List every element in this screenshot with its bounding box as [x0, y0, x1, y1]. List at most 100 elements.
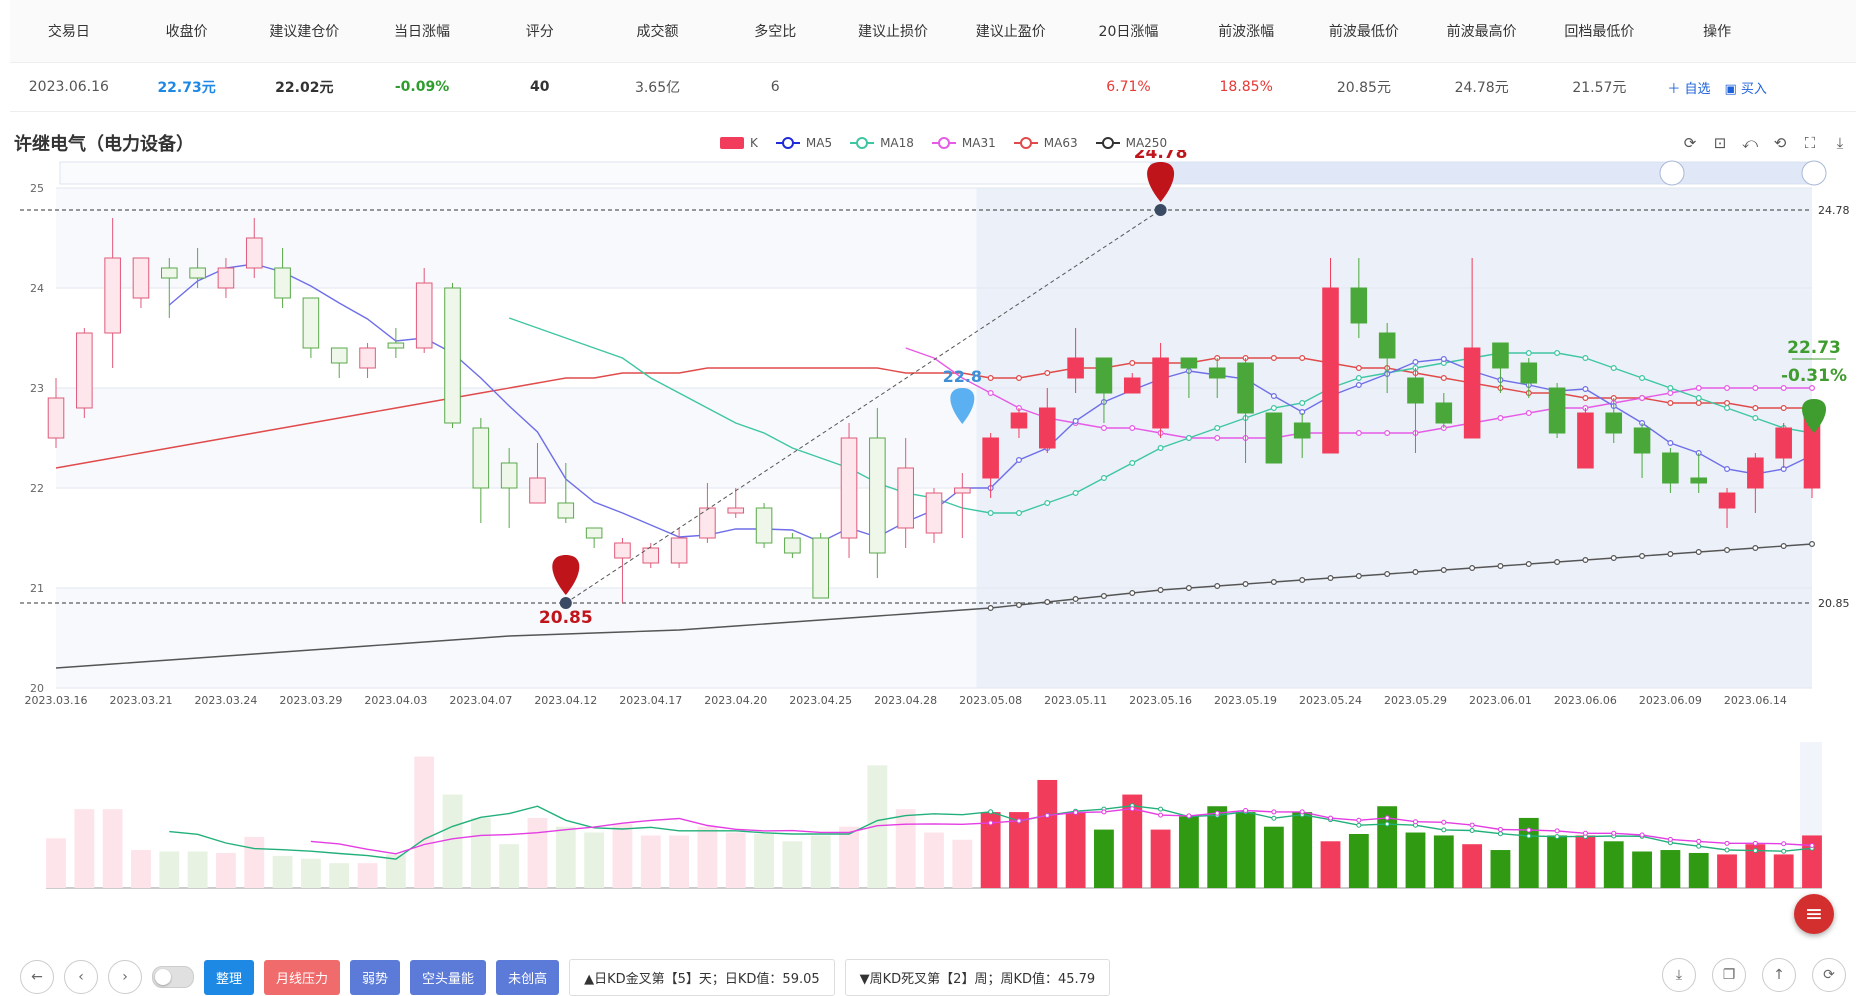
legend-swatch: [850, 137, 875, 149]
ma18-line-point: [1695, 395, 1702, 402]
table-header-row: 交易日 收盘价 建议建仓价 当日涨幅 评分 成交额 多空比 建议止损价 建议止盈…: [10, 0, 1856, 63]
candle: [161, 267, 178, 279]
ma250-line-point: [1157, 587, 1164, 594]
y-tick-label: 23: [30, 382, 44, 395]
volume-bar: [1320, 841, 1341, 888]
ma18-line-point: [1185, 435, 1192, 442]
volume-ma10-line-point: [1611, 830, 1617, 836]
ma31-line-point: [1100, 425, 1107, 432]
ma63-line-point: [1752, 405, 1759, 412]
ma250-line-point: [1384, 571, 1391, 578]
volume-ma10-line-point: [1497, 826, 1503, 832]
high-price-label: 24.78: [1818, 204, 1850, 217]
ma63-line-point: [1780, 405, 1787, 412]
x-tick-label: 2023.03.29: [279, 694, 342, 707]
pullback-low-cell: 21.57元: [1572, 80, 1627, 96]
volume-ma10-line-point: [1101, 809, 1107, 815]
scroll-top-icon[interactable]: ↑: [1762, 958, 1796, 992]
volume-ma10-line-point: [1696, 838, 1702, 844]
ma250-line-point: [1185, 585, 1192, 592]
buy-button[interactable]: ▣ 买入: [1724, 78, 1766, 97]
bottom-toolbar: ← ‹ › 整理 月线压力 弱势 空头量能 未创高 ▲日KD金叉第【5】天；日KD值：5…: [20, 958, 1111, 996]
zoom-slider-window[interactable]: [1150, 162, 1812, 184]
header-cell: 前波涨幅: [1218, 24, 1275, 40]
candle: [1152, 357, 1169, 429]
prev-icon[interactable]: ‹: [64, 960, 98, 994]
volume-bar: [1632, 851, 1652, 888]
volume-bar: [1348, 833, 1369, 888]
low-price-label: 20.85: [1818, 597, 1850, 610]
candle: [1350, 287, 1368, 324]
ma18-line-point: [1639, 375, 1646, 382]
add-watchlist-button[interactable]: ＋ 自选: [1667, 78, 1710, 97]
ma31-line-point: [1497, 415, 1504, 422]
ma5-line-point: [1412, 359, 1419, 366]
tag-0[interactable]: 整理: [204, 959, 255, 995]
ma250-line-point: [1327, 575, 1334, 582]
toggle-switch[interactable]: [152, 966, 194, 988]
ma250-line-point: [1582, 557, 1589, 564]
legend-item-ma250[interactable]: MA250: [1095, 136, 1167, 150]
candle: [1237, 362, 1254, 414]
candle: [302, 297, 320, 349]
tag-4[interactable]: 未创高: [496, 959, 560, 995]
tag-2[interactable]: 弱势: [350, 959, 401, 995]
candle: [330, 347, 348, 364]
x-tick-label: 2023.04.20: [704, 694, 767, 707]
ma31-line-point: [1752, 385, 1759, 392]
legend-label: MA18: [880, 136, 914, 150]
zoom-handle-left[interactable]: [1659, 160, 1685, 186]
back-icon[interactable]: ←: [20, 960, 54, 994]
ma250-line-point: [1780, 543, 1787, 550]
legend-item-ma63[interactable]: MA63: [1013, 136, 1078, 150]
volume-ma5-line-point: [1158, 806, 1164, 812]
kline-chart[interactable]: 20212223242524.7820.852023.03.16 2023.03.…: [0, 150, 1866, 910]
download-icon[interactable]: ⤓: [1662, 958, 1696, 992]
ma250-line-point: [1355, 573, 1362, 580]
volume-bar: [584, 832, 605, 888]
volume-bar: [470, 817, 491, 888]
ma250-line-point: [1695, 549, 1702, 556]
refresh-icon[interactable]: ⟳: [1812, 958, 1846, 992]
candle: [1718, 492, 1736, 509]
candle: [982, 437, 999, 479]
y-tick-label: 22: [30, 482, 44, 495]
menu-fab-button[interactable]: ≡: [1794, 894, 1834, 934]
ma250-line-point: [1412, 569, 1419, 576]
volume-bar: [1547, 835, 1568, 888]
volume-bar: [244, 836, 265, 888]
zoom-handle-right[interactable]: [1801, 160, 1827, 186]
volume-ma5-line-point: [1554, 834, 1560, 840]
ma31-line-point: [1808, 385, 1815, 392]
stop-loss-cell: [834, 63, 952, 111]
candle: [670, 537, 688, 564]
volume-bar: [754, 833, 774, 888]
x-tick-label: 2023.03.21: [109, 694, 172, 707]
copy-icon[interactable]: ❐: [1712, 958, 1746, 992]
x-tick-label: 2023.05.16: [1129, 694, 1192, 707]
volume-ma10-line-point: [1044, 812, 1050, 818]
candle: [132, 257, 150, 299]
tag-group: 整理 月线压力 弱势 空头量能 未创高: [204, 959, 560, 995]
ma18-line-point: [1157, 445, 1164, 452]
ma31-line-point: [987, 390, 994, 397]
ma250-line-point: [1724, 547, 1731, 554]
volume-bar: [1575, 835, 1596, 888]
tag-3[interactable]: 空头量能: [410, 959, 487, 995]
legend-swatch: [931, 137, 956, 149]
legend-item-ma31[interactable]: MA31: [931, 136, 996, 150]
long-short-ratio-cell: 6: [770, 79, 780, 95]
volume-bar: [669, 835, 690, 888]
next-icon[interactable]: ›: [108, 960, 142, 994]
bottom-right-buttons: ⤓ ❐ ↑ ⟳: [1662, 958, 1846, 992]
ma63-line-point: [1355, 365, 1362, 372]
ma250-line-point: [1497, 563, 1504, 570]
legend-item-ma18[interactable]: MA18: [850, 136, 914, 150]
candle: [925, 492, 943, 534]
header-cell: 建议止损价: [857, 24, 928, 40]
legend-item-ma5[interactable]: MA5: [775, 136, 832, 150]
legend-item-k[interactable]: K: [720, 136, 758, 150]
candle: [784, 537, 801, 554]
candle: [104, 257, 121, 334]
tag-1[interactable]: 月线压力: [264, 959, 341, 995]
